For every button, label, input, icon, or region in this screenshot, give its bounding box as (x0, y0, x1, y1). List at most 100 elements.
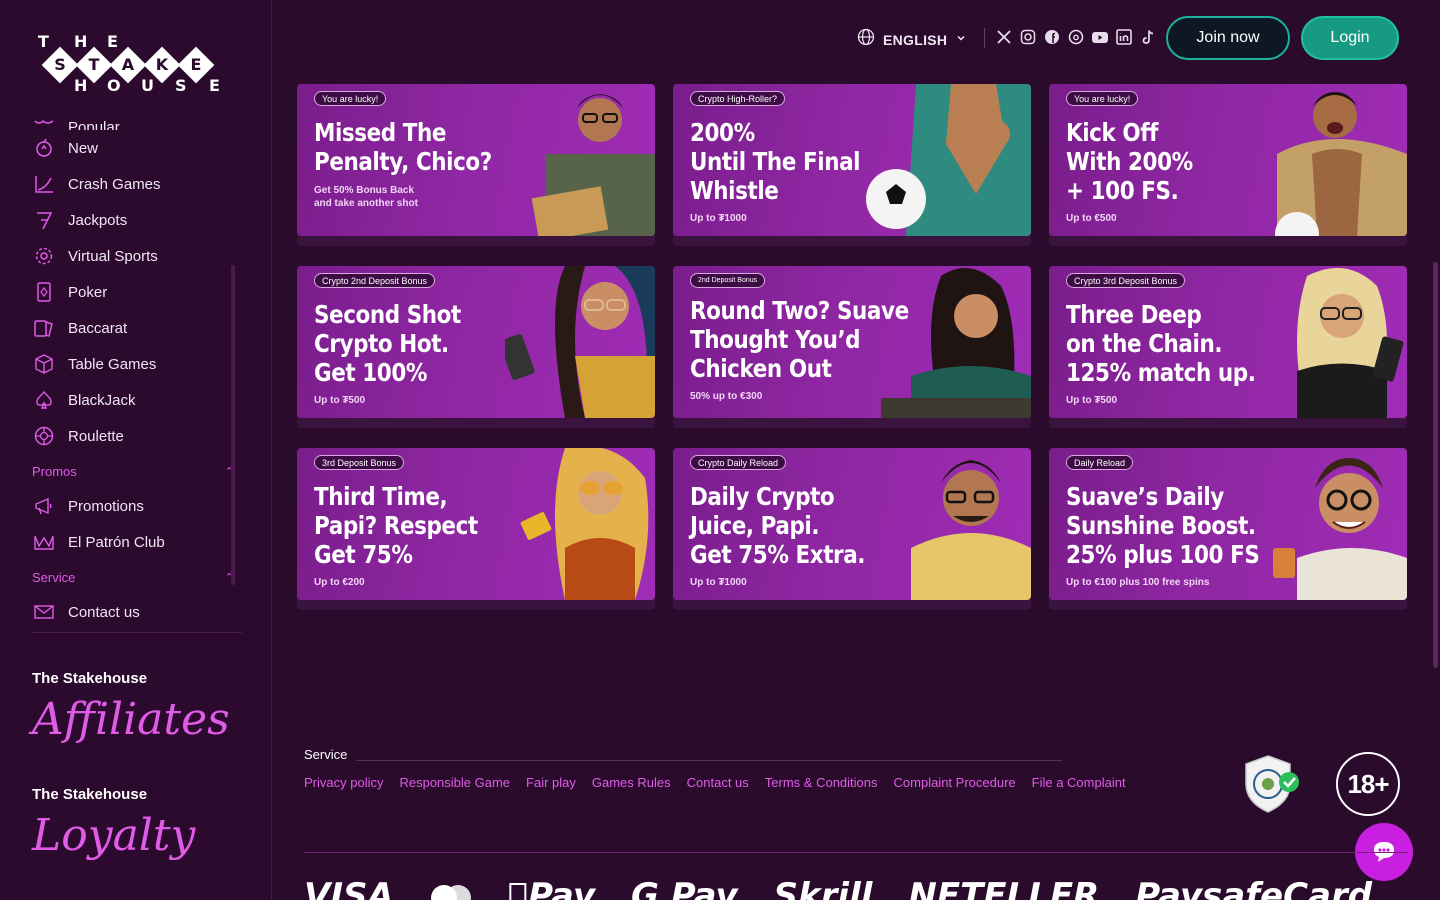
promo-card[interactable]: Daily Reload Suave’s Daily Sunshine Boos… (1049, 448, 1407, 600)
language-selector[interactable]: ENGLISH (857, 28, 967, 51)
instagram-icon[interactable] (1019, 28, 1037, 46)
join-now-button[interactable]: Join now (1166, 16, 1290, 60)
games-rules-link[interactable]: Games Rules (592, 775, 671, 790)
sidebar-item-contact-us[interactable]: Contact us (20, 594, 242, 630)
crash-games-icon (32, 172, 56, 196)
sidebar-item-new[interactable]: New (20, 130, 242, 166)
sidebar-item-poker[interactable]: Poker (20, 274, 242, 310)
affiliates-title: The Stakehouse (32, 670, 148, 687)
character-illustration (911, 460, 1031, 600)
skrill-logo: Skrill (753, 876, 873, 900)
card-icon (32, 280, 56, 304)
promo-card[interactable]: Crypto 3rd Deposit Bonus Three Deep on t… (1049, 266, 1407, 418)
complaint-procedure-link[interactable]: Complaint Procedure (894, 775, 1016, 790)
sidebar-item-label: Jackpots (68, 211, 128, 229)
page-scrollbar[interactable] (1433, 262, 1438, 668)
divider (984, 28, 985, 48)
sidebar-item-jackpots[interactable]: Jackpots (20, 202, 242, 238)
payment-methods: VISA Pay G Pay Skrill NETELLER PaysafeC… (304, 876, 1372, 900)
promo-card[interactable]: Crypto High-Roller? 200% Until The Final… (673, 84, 1031, 236)
linkedin-icon[interactable] (1115, 28, 1133, 46)
sidebar-item-popular[interactable]: Popular (20, 112, 242, 130)
promo-subtitle: Up to €100 plus 100 free spins (1066, 577, 1210, 588)
sidebar-scrollbar[interactable] (231, 265, 235, 585)
file-a-complaint-link[interactable]: File a Complaint (1032, 775, 1126, 790)
logo-letter: S (175, 76, 187, 95)
sidebar-item-baccarat[interactable]: Baccarat (20, 310, 242, 346)
promo-badge: Crypto Daily Reload (690, 455, 787, 470)
youtube-icon[interactable] (1091, 28, 1109, 46)
promo-card[interactable]: You are lucky! Kick Off With 200% + 100 … (1049, 84, 1407, 236)
affiliates-link[interactable]: Affiliates (32, 694, 230, 745)
contact-us-link[interactable]: Contact us (687, 775, 749, 790)
promo-subtitle: Up to €500 (1066, 213, 1117, 224)
threads-icon[interactable] (1067, 28, 1085, 46)
service-section-toggle[interactable]: Service ⌃ (20, 560, 242, 594)
x-icon[interactable] (995, 28, 1013, 46)
character-illustration (531, 94, 655, 236)
sidebar-item-crash-games[interactable]: Crash Games (20, 166, 242, 202)
promo-card[interactable]: You are lucky! Missed The Penalty, Chico… (297, 84, 655, 236)
sidebar-item-table-games[interactable]: Table Games (20, 346, 242, 382)
promo-card[interactable]: Crypto 2nd Deposit Bonus Second Shot Cry… (297, 266, 655, 418)
promos-section-toggle[interactable]: Promos ⌃ (20, 454, 242, 488)
cube-icon (32, 352, 56, 376)
sidebar-item-label: Promotions (68, 497, 144, 515)
loyalty-title: The Stakehouse (32, 786, 148, 803)
character-illustration (1297, 268, 1404, 418)
privacy-policy-link[interactable]: Privacy policy (304, 775, 383, 790)
sidebar-item-blackjack[interactable]: BlackJack (20, 382, 242, 418)
promo-badge: You are lucky! (1066, 91, 1139, 106)
sidebar-item-el-patron-club[interactable]: El Patrón Club (20, 524, 242, 560)
logo-letter: K (155, 55, 169, 74)
sidebar-item-roulette[interactable]: Roulette (20, 418, 242, 454)
terms-conditions-link[interactable]: Terms & Conditions (765, 775, 878, 790)
new-icon (32, 136, 56, 160)
promo-badge: 3rd Deposit Bonus (314, 455, 405, 470)
google-pay-logo: G Pay (610, 876, 738, 900)
sidebar: T H E S T A K E H O U S E Popular New Cr… (0, 0, 272, 900)
promo-card[interactable]: 2nd Deposit Bonus Round Two? Suave Thoug… (673, 266, 1031, 418)
stakehouse-logo[interactable]: T H E S T A K E H O U S E (34, 30, 224, 100)
responsible-game-link[interactable]: Responsible Game (399, 775, 510, 790)
license-seal-icon[interactable] (1240, 754, 1300, 814)
mail-icon (32, 600, 56, 624)
promo-card[interactable]: 3rd Deposit Bonus Third Time, Papi? Resp… (297, 448, 655, 600)
logo-letter: H (74, 76, 88, 95)
login-button[interactable]: Login (1301, 16, 1399, 60)
sidebar-item-promotions[interactable]: Promotions (20, 488, 242, 524)
logo-letter: A (121, 55, 135, 74)
gear-icon (32, 244, 56, 268)
character-illustration (520, 448, 649, 600)
logo-letter: U (141, 76, 154, 95)
top-header: ENGLISH Join now Login (272, 0, 1440, 76)
character-illustration (1273, 458, 1407, 600)
sidebar-item-label: Table Games (68, 355, 157, 373)
sidebar-item-label: Poker (68, 283, 108, 301)
character-illustration (881, 268, 1031, 418)
promo-subtitle: Up to ₮500 (314, 395, 366, 406)
apple-pay-label: Pay (507, 876, 595, 900)
promo-badge: Crypto High-Roller? (690, 91, 786, 106)
loyalty-link[interactable]: Loyalty (32, 810, 195, 861)
promo-subtitle: Up to ₮1000 (690, 577, 747, 588)
sidebar-item-label: Contact us (68, 603, 140, 621)
facebook-icon[interactable] (1043, 28, 1061, 46)
promo-card[interactable]: Crypto Daily Reload Daily Crypto Juice, … (673, 448, 1031, 600)
logo-letter: T (38, 32, 49, 51)
megaphone-icon (32, 494, 56, 518)
social-links (995, 28, 1157, 46)
sidebar-item-virtual-sports[interactable]: Virtual Sports (20, 238, 242, 274)
neteller-logo: NETELLER (887, 876, 1099, 900)
sidebar-item-label: Popular (68, 119, 120, 130)
tiktok-icon[interactable] (1139, 28, 1157, 46)
divider (32, 632, 242, 633)
divider (356, 760, 1062, 761)
mastercard-logo (430, 876, 472, 900)
fair-play-link[interactable]: Fair play (526, 775, 576, 790)
promo-subtitle: Up to €200 (314, 577, 365, 588)
crown-icon (32, 530, 56, 554)
roulette-icon (32, 424, 56, 448)
jackpot-seven-icon (32, 208, 56, 232)
globe-icon (857, 28, 875, 51)
